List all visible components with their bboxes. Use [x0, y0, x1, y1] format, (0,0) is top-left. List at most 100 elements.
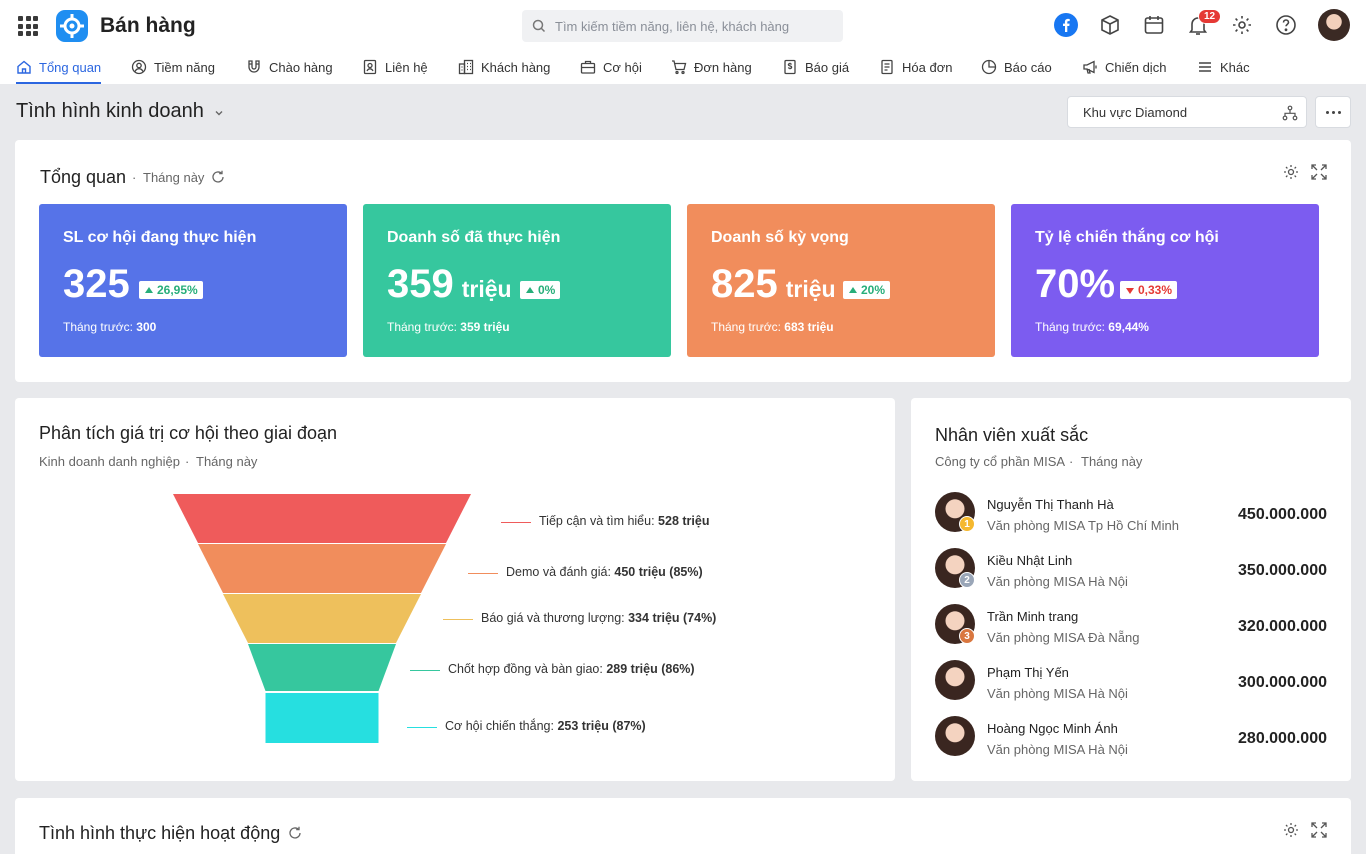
kpi-change-badge: 26,95% — [139, 281, 203, 299]
search-input[interactable]: Tìm kiếm tiềm năng, liên hệ, khách hàng — [522, 10, 843, 42]
nav-item-chao-hang[interactable]: Chào hàng — [246, 50, 333, 84]
employee-row[interactable]: 1 Nguyễn Thị Thanh Hà Văn phòng MISA Tp … — [935, 492, 1335, 536]
expand-icon[interactable] — [1310, 821, 1328, 839]
nav-item-don-hang[interactable]: Đơn hàng — [671, 50, 752, 84]
employee-row[interactable]: 3 Trần Minh trang Văn phòng MISA Đà Nẵng… — [935, 604, 1335, 648]
app-logo-icon — [56, 10, 88, 42]
employee-revenue: 280.000.000 — [1238, 730, 1327, 747]
kpi-number: 70% — [1035, 262, 1116, 306]
nav-item-label: Khách hàng — [481, 59, 551, 75]
hierarchy-icon — [1282, 105, 1298, 121]
funnel-stage[interactable] — [265, 693, 379, 743]
kpi-previous-value: 359 triệu — [460, 320, 510, 334]
kpi-number: 325 — [63, 262, 130, 306]
app-title: Bán hàng — [100, 14, 196, 37]
nav-item-tong-quan[interactable]: Tổng quan — [16, 50, 102, 84]
funnel-stage-value: 253 triệu (87%) — [557, 719, 646, 733]
employee-office: Văn phòng MISA Đà Nẵng — [987, 630, 1140, 645]
nav-item-lien-he[interactable]: Liên hệ — [362, 50, 428, 84]
employee-row[interactable]: Hoàng Ngọc Minh Ánh Văn phòng MISA Hà Nộ… — [935, 716, 1335, 760]
region-select-value: Khu vực Diamond — [1083, 105, 1188, 120]
expand-icon[interactable] — [1310, 163, 1328, 181]
kpi-value: 70% — [1035, 262, 1115, 307]
funnel-stage[interactable] — [248, 644, 396, 691]
kpi-card-revenue-expected[interactable]: Doanh số kỳ vọng 825 triệu 20% Tháng trướ… — [687, 204, 995, 357]
employee-revenue: 350.000.000 — [1238, 562, 1327, 579]
main-nav: Tổng quan Tiềm năng Chào hàng Liên hệ Kh… — [0, 50, 1366, 84]
kpi-previous-value: 300 — [136, 320, 157, 334]
nav-item-label: Hóa đơn — [902, 59, 953, 75]
kpi-title: Doanh số đã thực hiện — [387, 229, 561, 246]
briefcase-icon — [580, 60, 596, 74]
employee-name: Nguyễn Thị Thanh Hà — [987, 497, 1114, 512]
overview-period[interactable]: Tháng này — [143, 170, 204, 185]
funnel-stage-label: Chốt hợp đồng và bàn giao: 289 triệu (86… — [448, 662, 695, 676]
nav-item-label: Báo giá — [805, 59, 850, 75]
kpi-previous-label: Tháng trước: — [63, 320, 133, 334]
employee-name: Phạm Thị Yến — [987, 665, 1069, 680]
kpi-title: Doanh số kỳ vọng — [711, 229, 849, 246]
invoice-icon — [881, 59, 893, 75]
funnel-stage[interactable] — [198, 544, 446, 593]
kpi-card-opportunities[interactable]: SL cơ hội đang thực hiện 325 26,95% Thán… — [39, 204, 347, 357]
funnel-leader-line — [407, 727, 437, 728]
kpi-previous-value: 683 triệu — [784, 320, 834, 334]
app-grid-icon[interactable] — [18, 16, 38, 36]
nav-item-khach-hang[interactable]: Khách hàng — [458, 50, 550, 84]
kpi-change-badge: 0,33% — [1120, 281, 1178, 299]
nav-item-bao-gia[interactable]: Báo giá — [782, 50, 849, 84]
card-settings-icon[interactable] — [1282, 821, 1300, 839]
nav-item-khac[interactable]: Khác — [1197, 50, 1250, 84]
nav-item-chien-dich[interactable]: Chiến dịch — [1082, 50, 1166, 84]
employee-row[interactable]: Phạm Thị Yến Văn phòng MISA Hà Nội 300.0… — [935, 660, 1335, 704]
user-avatar[interactable] — [1318, 9, 1350, 41]
funnel-stage[interactable] — [223, 594, 421, 643]
funnel-period[interactable]: Tháng này — [196, 454, 257, 469]
notification-badge: 12 — [1198, 9, 1222, 24]
more-options-button[interactable] — [1315, 96, 1351, 128]
region-select[interactable]: Khu vực Diamond — [1067, 96, 1307, 128]
nav-item-hoa-don[interactable]: Hóa đơn — [879, 50, 952, 84]
magnet-icon — [248, 60, 260, 73]
kpi-card-win-rate[interactable]: Tỷ lệ chiến thắng cơ hội 70% 0,33% Tháng… — [1011, 204, 1319, 357]
funnel-chart — [173, 494, 471, 743]
nav-item-bao-cao[interactable]: Báo cáo — [981, 50, 1052, 84]
nav-item-label: Tổng quan — [39, 59, 102, 75]
top-bar: Bán hàng Tìm kiếm tiềm năng, liên hệ, kh… — [0, 0, 1366, 84]
kpi-unit: triệu — [461, 276, 512, 302]
kpi-previous: Tháng trước: 359 triệu — [387, 320, 510, 334]
funnel-stage-name: Tiếp cận và tìm hiểu: — [539, 514, 659, 528]
rank-badge: 3 — [959, 628, 975, 644]
funnel-stage-label: Báo giá và thương lượng: 334 triệu (74%) — [481, 611, 716, 625]
funnel-stage[interactable] — [173, 494, 471, 543]
funnel-stage-value: 450 triệu (85%) — [614, 565, 703, 579]
box-icon[interactable] — [1098, 13, 1122, 37]
top-employees-period[interactable]: Tháng này — [1081, 454, 1142, 469]
kpi-value: 325 — [63, 262, 130, 307]
nav-item-tiem-nang[interactable]: Tiềm năng — [131, 50, 215, 84]
kpi-number: 825 — [711, 262, 778, 306]
dollar-doc-icon — [784, 59, 796, 75]
card-settings-icon[interactable] — [1282, 163, 1300, 181]
refresh-icon[interactable] — [287, 825, 303, 841]
funnel-leader-line — [443, 619, 473, 620]
funnel-stage-value: 528 triệu — [658, 514, 710, 528]
facebook-icon[interactable] — [1054, 13, 1078, 37]
help-icon[interactable] — [1274, 13, 1298, 37]
nav-item-co-hoi[interactable]: Cơ hội — [580, 50, 642, 84]
funnel-stage-name: Demo và đánh giá: — [506, 565, 615, 579]
page-title[interactable]: Tình hình kinh doanh — [16, 100, 204, 123]
kpi-card-revenue-done[interactable]: Doanh số đã thực hiện 359 triệu 0% Tháng … — [363, 204, 671, 357]
refresh-icon[interactable] — [210, 169, 226, 185]
gear-icon[interactable] — [1230, 13, 1254, 37]
funnel-stage-value: 334 triệu (74%) — [628, 611, 717, 625]
rank-badge: 2 — [959, 572, 975, 588]
calendar-icon[interactable] — [1142, 13, 1166, 37]
search-placeholder: Tìm kiếm tiềm năng, liên hệ, khách hàng — [555, 19, 790, 34]
employee-row[interactable]: 2 Kiều Nhật Linh Văn phòng MISA Hà Nội 3… — [935, 548, 1335, 592]
person-circle-icon — [131, 59, 147, 75]
activity-title: Tình hình thực hiện hoạt động — [39, 823, 281, 843]
chevron-down-icon[interactable] — [213, 107, 225, 119]
kpi-value: 825 triệu — [711, 262, 836, 307]
nav-item-label: Tiềm năng — [154, 59, 215, 75]
